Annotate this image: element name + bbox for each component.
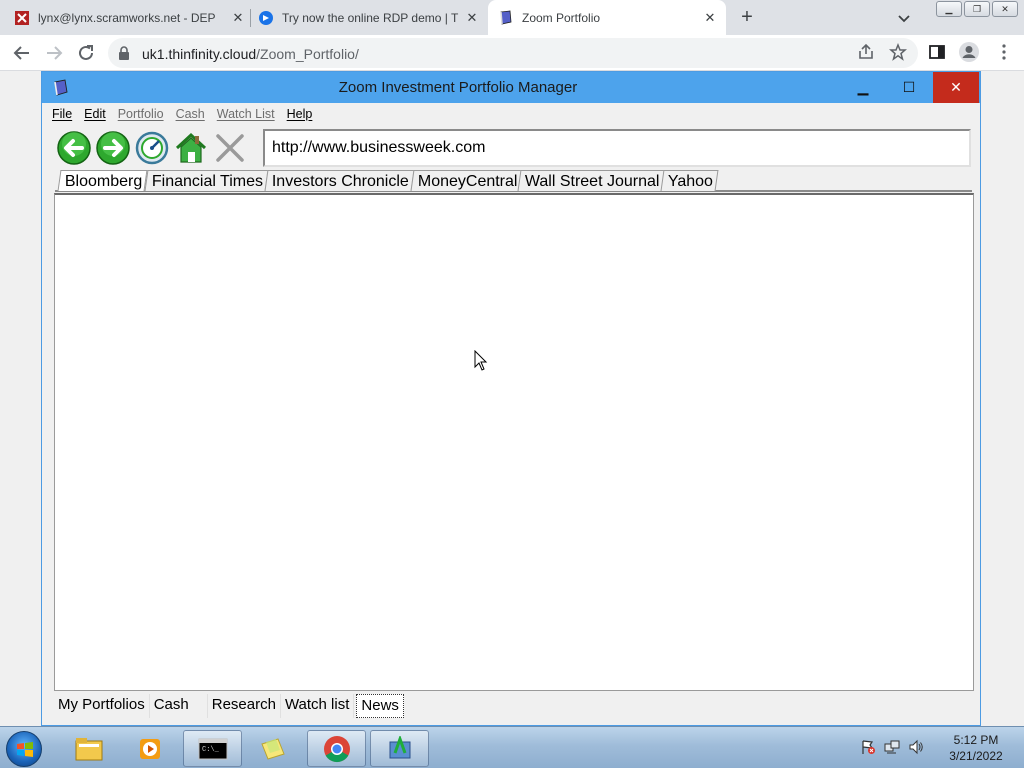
bottom-tabs: My Portfolios Cash Research Watch list N… (54, 694, 404, 718)
forward-arrow-icon[interactable] (43, 42, 65, 64)
system-tray (860, 739, 924, 755)
menu-edit[interactable]: Edit (84, 104, 106, 124)
back-arrow-icon[interactable] (56, 130, 92, 166)
site-tab-moneycentral[interactable]: MoneyCentral (410, 170, 524, 191)
minimize-icon[interactable]: ▁ (936, 1, 962, 17)
app-window: Zoom Investment Portfolio Manager ▁ ☐ ✕ … (41, 71, 981, 726)
browser-tab-rdp-demo[interactable]: Try now the online RDP demo | T ✕ (258, 0, 480, 35)
tab-cash[interactable]: Cash (150, 694, 208, 718)
tab-news[interactable]: News (356, 694, 404, 718)
tab-title: Try now the online RDP demo | T (282, 10, 459, 25)
bookmark-star-icon[interactable] (889, 43, 907, 61)
site-tab-label: Yahoo (667, 173, 713, 190)
close-icon[interactable]: ✕ (230, 10, 246, 26)
browser-tab-strip: lynx@lynx.scramworks.net - DEP ✕ Try now… (0, 0, 1024, 35)
thinfinity-icon (259, 10, 273, 25)
share-icon[interactable] (857, 43, 875, 61)
site-tabs: Bloomberg Financial Times Investors Chro… (55, 169, 972, 192)
url-path: /Zoom_Portfolio/ (256, 46, 359, 62)
chevron-down-icon[interactable] (895, 9, 913, 27)
site-tab-wall-street-journal[interactable]: Wall Street Journal (517, 170, 666, 191)
system-clock[interactable]: 5:12 PM 3/21/2022 (936, 732, 1016, 764)
cmd-icon: C:\_ (198, 738, 227, 759)
side-panel-icon[interactable] (928, 43, 946, 61)
menu-file[interactable]: File (52, 104, 72, 124)
web-content-area[interactable] (54, 193, 974, 691)
menu-help[interactable]: Help (287, 104, 313, 124)
url-host: uk1.thinfinity.cloud (142, 46, 257, 62)
profile-avatar-icon[interactable] (958, 41, 980, 63)
forward-arrow-icon[interactable] (95, 130, 131, 166)
restore-icon[interactable]: ❐ (964, 1, 990, 17)
site-tab-label: Financial Times (151, 173, 264, 190)
back-arrow-icon[interactable] (11, 42, 33, 64)
app-menu-bar: File Edit Portfolio Cash Watch List Help (52, 104, 324, 124)
stop-icon[interactable] (212, 130, 248, 166)
browser-toolbar: uk1.thinfinity.cloud/Zoom_Portfolio/ (0, 35, 1024, 71)
browser-tab-zoom-portfolio[interactable]: Zoom Portfolio ✕ (488, 0, 726, 35)
app-title: Zoom Investment Portfolio Manager (338, 79, 578, 96)
chrome-icon (323, 735, 350, 762)
site-tab-investors-chronicle[interactable]: Investors Chronicle (264, 170, 415, 191)
reload-icon[interactable] (75, 42, 97, 64)
browser-tab-lynx[interactable]: lynx@lynx.scramworks.net - DEP ✕ (14, 0, 246, 35)
terminal-red-icon (15, 10, 29, 25)
taskbar-chrome[interactable] (307, 730, 366, 767)
app-title-bar[interactable]: Zoom Investment Portfolio Manager ▁ ☐ ✕ (42, 72, 980, 103)
address-url: uk1.thinfinity.cloud/Zoom_Portfolio/ (142, 46, 359, 62)
taskbar-explorer[interactable] (66, 730, 112, 767)
site-tab-label: MoneyCentral (417, 173, 518, 190)
app-address-field[interactable]: http://www.businessweek.com (263, 129, 971, 167)
windows-taskbar: C:\_ 5:12 PM 3/21/2022 (0, 726, 1024, 768)
menu-portfolio[interactable]: Portfolio (118, 104, 164, 124)
taskbar-cmd[interactable]: C:\_ (183, 730, 242, 767)
home-icon[interactable] (173, 130, 209, 166)
clock-time: 5:12 PM (953, 733, 999, 747)
site-tab-label: Bloomberg (64, 173, 143, 190)
refresh-gauge-icon[interactable] (134, 130, 170, 166)
app-close-button[interactable]: ✕ (933, 72, 979, 103)
close-icon[interactable]: ✕ (464, 10, 480, 26)
taskbar-media-player[interactable] (124, 730, 176, 767)
site-tab-label: Wall Street Journal (524, 173, 660, 190)
site-tab-financial-times[interactable]: Financial Times (144, 170, 269, 191)
tab-research[interactable]: Research (208, 694, 281, 718)
app-maximize-button[interactable]: ☐ (886, 72, 932, 103)
menu-watch-list[interactable]: Watch List (217, 104, 275, 124)
tab-title: lynx@lynx.scramworks.net - DEP (38, 10, 216, 25)
lock-icon[interactable] (118, 46, 130, 60)
clock-date: 3/21/2022 (949, 749, 1003, 763)
window-controls: ▁ ❐ ✕ (936, 1, 1018, 17)
site-tab-label: Investors Chronicle (271, 173, 409, 190)
address-bar[interactable]: uk1.thinfinity.cloud/Zoom_Portfolio/ (108, 38, 918, 68)
sticky-notes-icon (261, 737, 285, 760)
tab-title: Zoom Portfolio (522, 10, 601, 25)
start-button[interactable] (6, 731, 42, 767)
explorer-folder-icon (75, 737, 103, 760)
portfolio-app-icon (389, 735, 410, 758)
tab-watch-list[interactable]: Watch list (281, 694, 355, 718)
new-tab-button[interactable]: + (736, 6, 758, 28)
taskbar-sticky-notes[interactable] (245, 730, 301, 767)
mouse-cursor-icon (474, 350, 488, 371)
app-address-value: http://www.businessweek.com (272, 139, 486, 156)
network-icon[interactable] (884, 739, 900, 755)
app-minimize-button[interactable]: ▁ (840, 72, 886, 103)
close-window-icon[interactable]: ✕ (992, 1, 1018, 17)
volume-icon[interactable] (908, 739, 924, 755)
tab-my-portfolios[interactable]: My Portfolios (54, 694, 150, 718)
close-icon[interactable]: ✕ (702, 10, 718, 26)
media-player-icon (140, 738, 160, 759)
more-menu-icon[interactable] (995, 43, 1013, 61)
taskbar-portfolio-app[interactable] (370, 730, 429, 767)
site-tab-yahoo[interactable]: Yahoo (660, 170, 719, 191)
action-center-flag-icon[interactable] (860, 739, 876, 755)
windows-logo-icon (17, 742, 33, 757)
menu-cash[interactable]: Cash (176, 104, 205, 124)
book-icon (500, 10, 512, 24)
tab-separator (250, 9, 251, 27)
svg-text:C:\_: C:\_ (202, 746, 220, 754)
site-tab-bloomberg[interactable]: Bloomberg (57, 170, 148, 191)
